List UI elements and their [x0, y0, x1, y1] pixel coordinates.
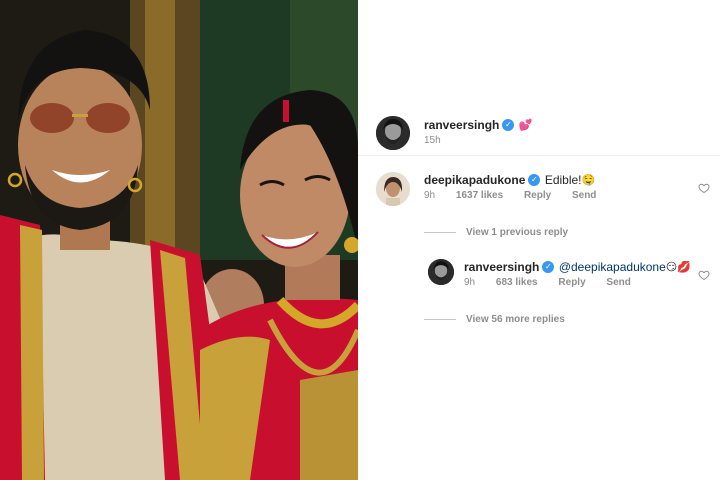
- hearts-emoji: 💕: [518, 119, 533, 132]
- verified-badge-icon: ✓: [528, 173, 541, 186]
- comment-meta: 9h 1637 likes Reply Send: [424, 190, 614, 201]
- comment-time[interactable]: 9h: [424, 190, 435, 201]
- wedding-photo: [0, 0, 358, 480]
- post-author-username[interactable]: ranveersingh: [424, 118, 499, 132]
- post-header: ranveersingh ✓ 💕 15h: [358, 110, 720, 156]
- comment-likes[interactable]: 1637 likes: [456, 190, 503, 201]
- reply-button[interactable]: Reply: [524, 190, 551, 201]
- reply-likes[interactable]: 683 likes: [496, 277, 538, 288]
- reply-time[interactable]: 9h: [464, 277, 475, 288]
- reply-username[interactable]: ranveersingh: [464, 260, 539, 274]
- thread-divider: [424, 318, 456, 320]
- reply-meta: 9h 683 likes Reply Send: [464, 277, 649, 288]
- view-previous-reply-label: View 1 previous reply: [466, 227, 569, 238]
- post-timestamp[interactable]: 15h: [424, 135, 441, 146]
- thread-divider: [424, 231, 456, 233]
- send-button[interactable]: Send: [572, 190, 596, 201]
- view-more-replies-label: View 56 more replies: [466, 314, 565, 325]
- reply-body: ranveersingh ✓ @deepikapadukone😏💋: [464, 258, 691, 276]
- reply-mention[interactable]: @deepikapadukone: [559, 260, 666, 274]
- heart-outline-icon[interactable]: [698, 269, 710, 281]
- comments-panel: ranveersingh ✓ 💕 15h deepikapadukone ✓ Edi…: [358, 0, 720, 480]
- heart-outline-icon[interactable]: [698, 182, 710, 194]
- reply-author-avatar[interactable]: [428, 259, 454, 285]
- photo-illustration: [0, 0, 358, 480]
- smirk-kiss-emoji: 😏💋: [665, 261, 691, 274]
- drooling-emoji: 🤤: [581, 174, 596, 187]
- verified-badge-icon: ✓: [542, 260, 555, 273]
- comment-username[interactable]: deepikapadukone: [424, 173, 525, 187]
- send-button[interactable]: Send: [606, 277, 630, 288]
- comment-text: Edible!: [544, 173, 582, 187]
- reply-button[interactable]: Reply: [558, 277, 585, 288]
- post-author-avatar[interactable]: [376, 116, 410, 150]
- verified-badge-icon: ✓: [502, 118, 515, 131]
- commenter-avatar[interactable]: [376, 172, 410, 206]
- view-more-replies-link[interactable]: View 56 more replies: [424, 314, 565, 325]
- comment-body: deepikapadukone ✓ Edible!🤤: [424, 171, 595, 189]
- view-previous-reply-link[interactable]: View 1 previous reply: [424, 227, 568, 238]
- post-author-line: ranveersingh ✓ 💕: [424, 116, 533, 134]
